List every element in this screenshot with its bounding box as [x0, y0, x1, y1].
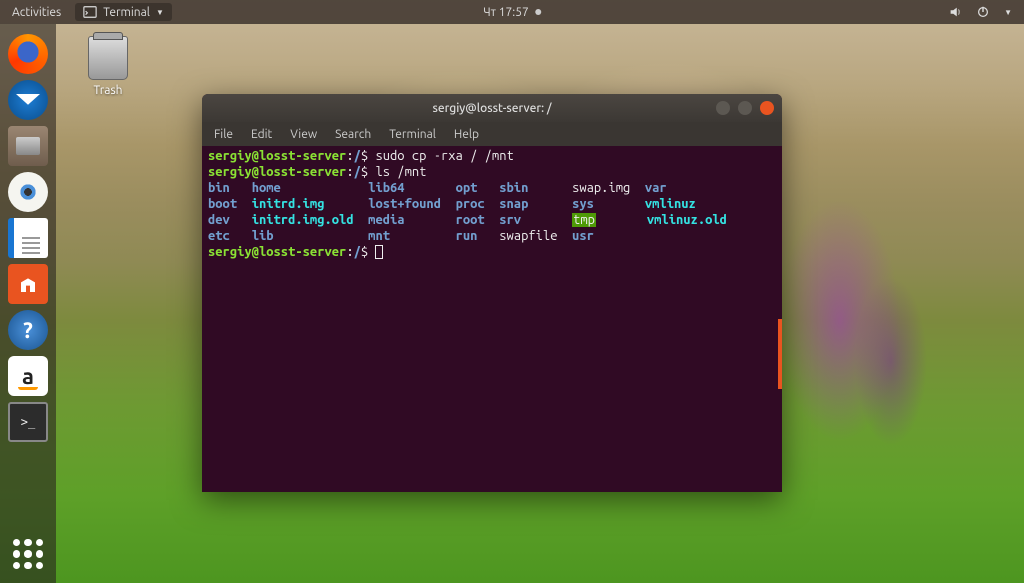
terminal-window: sergiy@losst-server: / File Edit View Se… — [202, 94, 782, 492]
ls-output-row: dev initrd.img.old media root srv tmp vm… — [208, 212, 776, 228]
terminal-body[interactable]: sergiy@losst-server:/$ sudo cp -rxa / /m… — [202, 146, 782, 492]
dock-software[interactable] — [8, 264, 48, 304]
dock: ? a >_ — [0, 24, 56, 583]
menubar: File Edit View Search Terminal Help — [202, 122, 782, 146]
app-indicator[interactable]: Terminal ▼ — [75, 3, 172, 21]
dock-rhythmbox[interactable] — [8, 172, 48, 212]
maximize-button[interactable] — [738, 101, 752, 115]
dock-terminal[interactable]: >_ — [8, 402, 48, 442]
trash-icon — [88, 36, 128, 80]
power-icon[interactable] — [976, 5, 990, 19]
dock-thunderbird[interactable] — [8, 80, 48, 120]
menu-file[interactable]: File — [208, 126, 239, 143]
dock-writer[interactable] — [8, 218, 48, 258]
chevron-down-icon: ▼ — [156, 8, 164, 17]
ls-output-row: bin home lib64 opt sbin swap.img var — [208, 180, 776, 196]
volume-icon[interactable] — [948, 5, 962, 19]
ls-output-row: etc lib mnt run swapfile usr — [208, 228, 776, 244]
menu-help[interactable]: Help — [448, 126, 485, 143]
window-title: sergiy@losst-server: / — [432, 102, 551, 115]
terminal-line: sergiy@losst-server:/$ ls /mnt — [208, 164, 776, 180]
desktop-trash[interactable]: Trash — [78, 36, 138, 97]
dock-amazon[interactable]: a — [8, 356, 48, 396]
close-button[interactable] — [760, 101, 774, 115]
top-bar: Activities Terminal ▼ Чт 17:57 ▼ — [0, 0, 1024, 24]
app-indicator-label: Terminal — [103, 6, 150, 19]
terminal-line: sergiy@losst-server:/$ sudo cp -rxa / /m… — [208, 148, 776, 164]
menu-terminal[interactable]: Terminal — [383, 126, 442, 143]
minimize-button[interactable] — [716, 101, 730, 115]
clock[interactable]: Чт 17:57 — [483, 6, 529, 19]
terminal-icon — [83, 5, 97, 19]
notification-dot-icon — [535, 9, 541, 15]
cursor — [375, 245, 383, 259]
menu-edit[interactable]: Edit — [245, 126, 278, 143]
ls-output-row: boot initrd.img lost+found proc snap sys… — [208, 196, 776, 212]
activities-button[interactable]: Activities — [12, 6, 61, 19]
menu-search[interactable]: Search — [329, 126, 377, 143]
dock-firefox[interactable] — [8, 34, 48, 74]
terminal-line: sergiy@losst-server:/$ — [208, 244, 776, 260]
menu-view[interactable]: View — [284, 126, 323, 143]
dock-help[interactable]: ? — [8, 310, 48, 350]
system-menu-chevron-icon[interactable]: ▼ — [1004, 8, 1012, 17]
trash-label: Trash — [78, 84, 138, 97]
dock-files[interactable] — [8, 126, 48, 166]
titlebar[interactable]: sergiy@losst-server: / — [202, 94, 782, 122]
show-applications-button[interactable] — [13, 539, 43, 569]
